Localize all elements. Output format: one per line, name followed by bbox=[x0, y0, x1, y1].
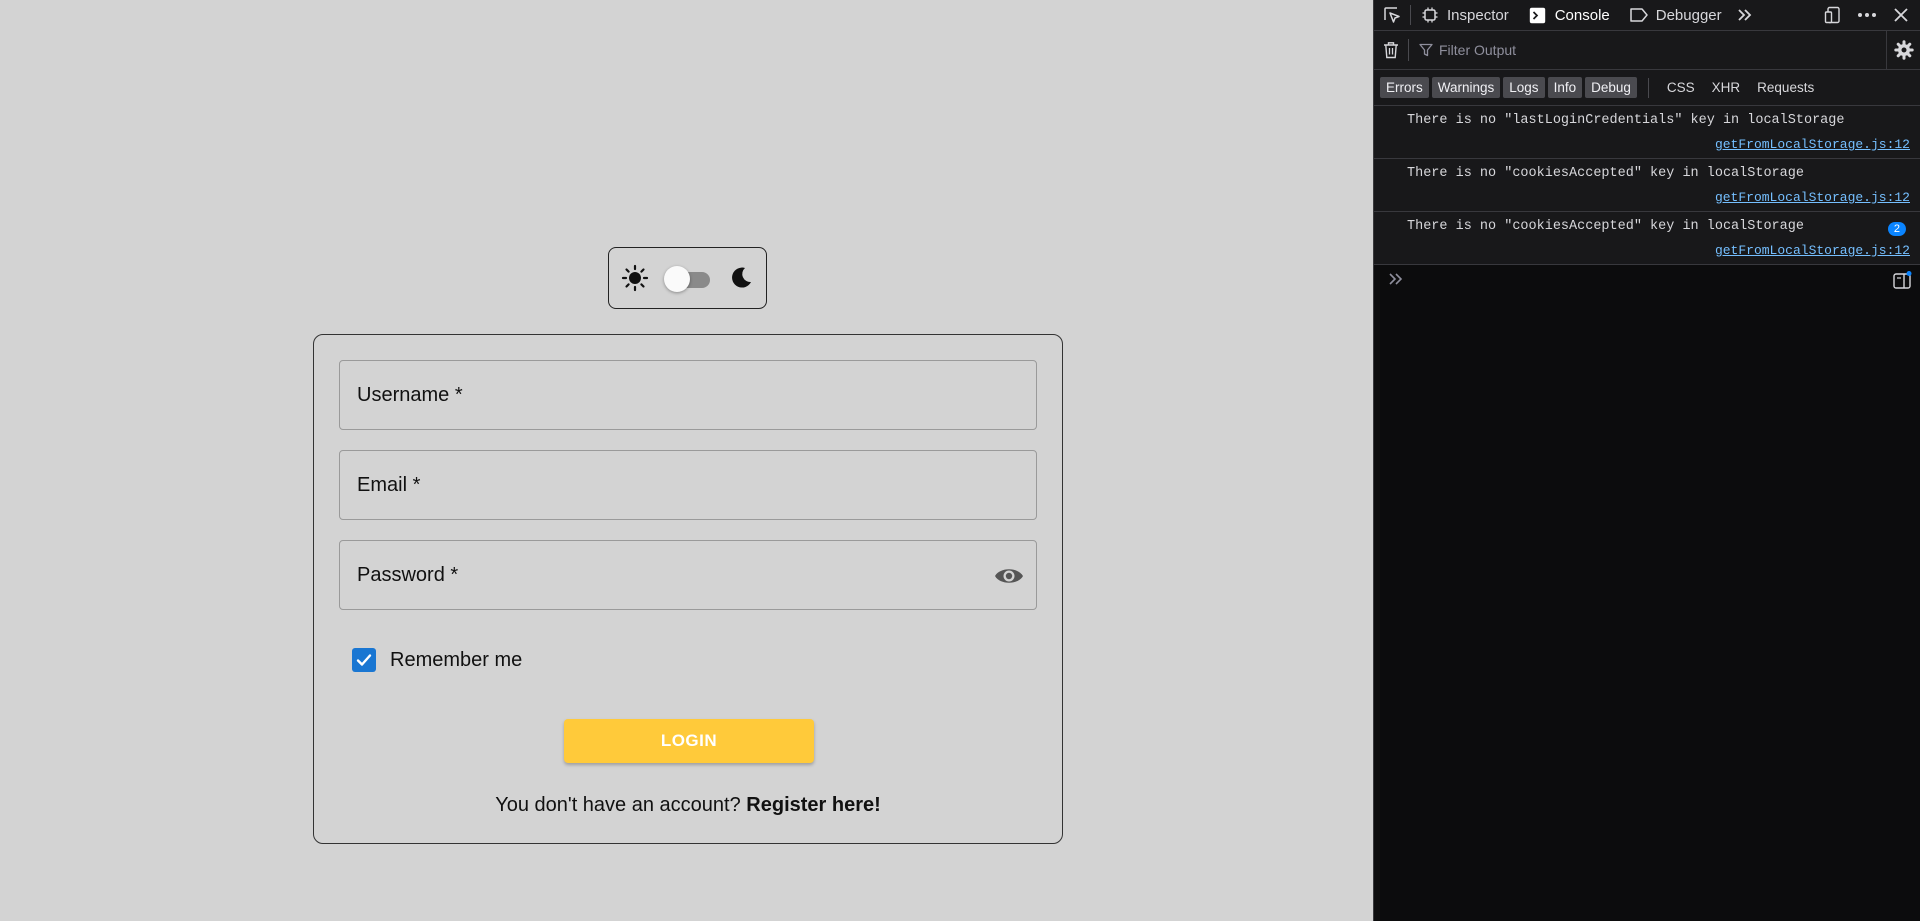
gear-icon[interactable] bbox=[1886, 30, 1920, 70]
console-message-source-link[interactable]: getFromLocalStorage.js:12 bbox=[1715, 190, 1910, 205]
filter-info[interactable]: Info bbox=[1547, 77, 1583, 98]
app-viewport: Username * Email * Password * Remember m… bbox=[0, 0, 1373, 921]
username-label: Username * bbox=[357, 383, 463, 406]
console-icon bbox=[1529, 6, 1547, 24]
element-picker-icon[interactable] bbox=[1374, 0, 1410, 31]
filter-css[interactable]: CSS bbox=[1660, 77, 1702, 98]
repeat-count-badge: 2 bbox=[1887, 222, 1906, 236]
filter-errors[interactable]: Errors bbox=[1380, 77, 1429, 98]
email-label: Email * bbox=[357, 473, 421, 496]
password-field[interactable]: Password * bbox=[339, 540, 1037, 610]
filter-icon bbox=[1419, 43, 1433, 57]
debugger-icon bbox=[1630, 6, 1648, 24]
theme-toggle bbox=[608, 247, 767, 309]
tab-console[interactable]: Console bbox=[1519, 0, 1620, 31]
tab-inspector[interactable]: Inspector bbox=[1411, 0, 1519, 31]
console-message-text: There is no "cookiesAccepted" key in loc… bbox=[1407, 219, 1804, 234]
sun-icon bbox=[620, 263, 650, 293]
eye-icon[interactable] bbox=[994, 562, 1024, 590]
no-account-text: You don't have an account? bbox=[495, 794, 747, 816]
console-message: There is no "cookiesAccepted" key in loc… bbox=[1374, 212, 1920, 265]
console-input[interactable] bbox=[1374, 265, 1920, 295]
console-message-text: There is no "cookiesAccepted" key in loc… bbox=[1407, 166, 1804, 181]
register-prompt: You don't have an account? Register here… bbox=[314, 794, 1062, 817]
login-form: Username * Email * Password * Remember m… bbox=[313, 334, 1063, 844]
password-label: Password * bbox=[357, 563, 459, 586]
filter-output-input[interactable] bbox=[1439, 42, 1819, 58]
trash-icon[interactable] bbox=[1374, 31, 1408, 70]
login-button[interactable]: LOGIN bbox=[564, 719, 814, 763]
dock-icon[interactable] bbox=[1818, 0, 1848, 31]
tab-inspector-label: Inspector bbox=[1447, 6, 1509, 24]
filter-output bbox=[1409, 31, 1886, 70]
filter-requests[interactable]: Requests bbox=[1750, 77, 1821, 98]
console-toolbar bbox=[1374, 30, 1920, 70]
check-icon bbox=[356, 654, 372, 666]
close-icon[interactable] bbox=[1886, 0, 1916, 31]
devtools-window-controls bbox=[1818, 0, 1920, 31]
console-message-source-link[interactable]: getFromLocalStorage.js:12 bbox=[1715, 243, 1910, 258]
tab-console-label: Console bbox=[1554, 6, 1610, 24]
dark-mode-switch[interactable] bbox=[663, 264, 712, 292]
console-sidebar-icon[interactable] bbox=[1892, 271, 1912, 296]
register-link[interactable]: Register here! bbox=[746, 794, 881, 816]
email-field[interactable]: Email * bbox=[339, 450, 1037, 520]
divider bbox=[1647, 77, 1649, 98]
filter-xhr[interactable]: XHR bbox=[1705, 77, 1748, 98]
remember-me: Remember me bbox=[352, 648, 522, 672]
switch-thumb[interactable] bbox=[663, 266, 690, 292]
username-field[interactable]: Username * bbox=[339, 360, 1037, 430]
remember-me-checkbox[interactable] bbox=[352, 648, 376, 672]
prompt-chevron-icon bbox=[1388, 272, 1404, 291]
console-message: There is no "cookiesAccepted" key in loc… bbox=[1374, 159, 1920, 212]
remember-me-label[interactable]: Remember me bbox=[390, 649, 522, 672]
tab-debugger-label: Debugger bbox=[1655, 6, 1722, 24]
console-message-source-link[interactable]: getFromLocalStorage.js:12 bbox=[1715, 137, 1910, 152]
moon-icon bbox=[726, 263, 756, 293]
inspector-icon bbox=[1421, 6, 1439, 24]
filter-debug[interactable]: Debug bbox=[1585, 77, 1637, 98]
devtools-tabbar: Inspector Console Debugger bbox=[1374, 0, 1920, 31]
tab-debugger[interactable]: Debugger bbox=[1620, 0, 1732, 31]
console-message-text: There is no "lastLoginCredentials" key i… bbox=[1407, 113, 1845, 128]
console-message: There is no "lastLoginCredentials" key i… bbox=[1374, 106, 1920, 159]
log-level-filters: Errors Warnings Logs Info Debug CSS XHR … bbox=[1374, 70, 1920, 106]
more-tabs-chevron-icon[interactable] bbox=[1732, 0, 1758, 31]
more-options-icon[interactable] bbox=[1852, 0, 1882, 31]
filter-warnings[interactable]: Warnings bbox=[1431, 77, 1501, 98]
filter-logs[interactable]: Logs bbox=[1503, 77, 1545, 98]
devtools-panel: Inspector Console Debugger Filter Output… bbox=[1373, 0, 1920, 921]
